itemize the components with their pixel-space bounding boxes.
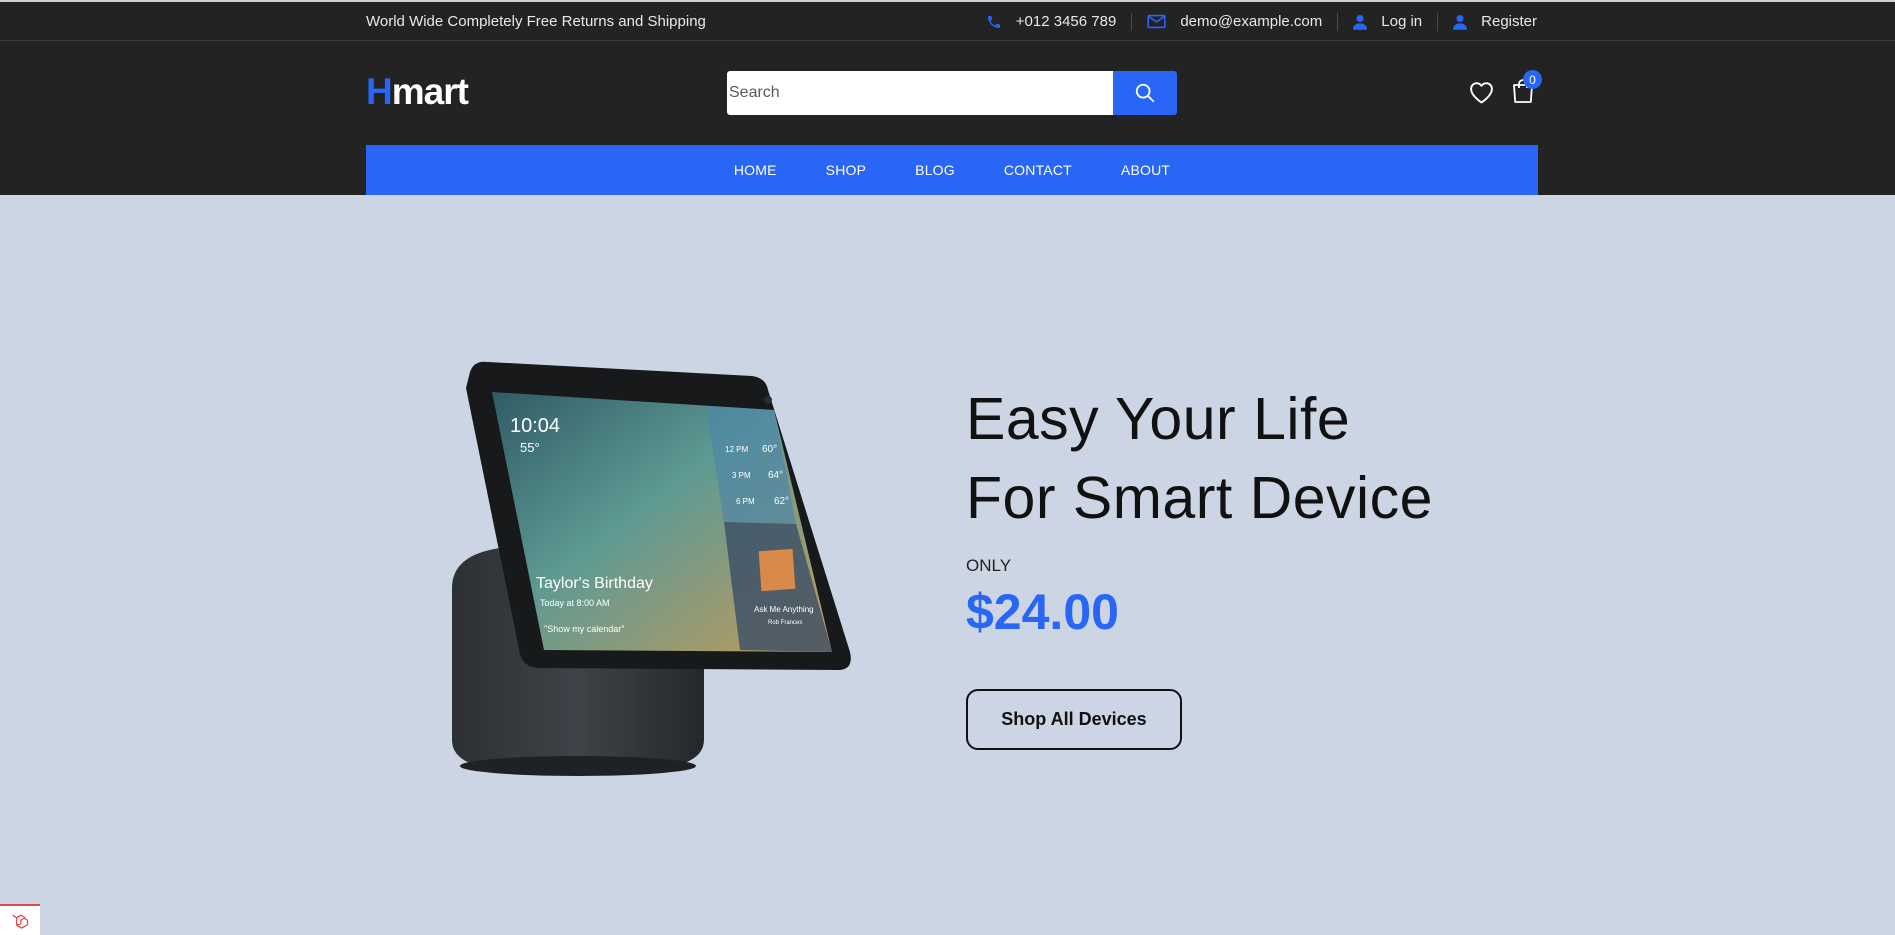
hero-heading-line1: Easy Your Life <box>966 386 1351 452</box>
register-label: Register <box>1481 13 1537 30</box>
forecast-time: 6 PM <box>736 497 755 506</box>
screen-event: Taylor's Birthday <box>536 575 653 592</box>
nav-contact[interactable]: CONTACT <box>979 162 1096 178</box>
laravel-logo-icon <box>12 914 29 929</box>
login-link[interactable]: Log in <box>1337 12 1437 31</box>
forecast-temp: 62° <box>774 496 789 507</box>
phone-link[interactable]: +012 3456 789 <box>971 13 1132 31</box>
screen-prompt: "Show my calendar" <box>544 624 624 634</box>
screen-ask-sub: Rob Frances <box>768 620 802 626</box>
site-header: Hmart 0 HOME SHOP BLOG CONTACT ABOUT <box>0 41 1895 195</box>
screen-time: 10:04 <box>510 415 560 437</box>
search-icon <box>1135 83 1155 103</box>
shop-all-devices-button[interactable]: Shop All Devices <box>966 689 1182 750</box>
forecast-temp: 60° <box>762 444 777 455</box>
envelope-icon <box>1147 14 1166 29</box>
top-contacts: +012 3456 789 demo@example.com Log in Re… <box>971 2 1537 41</box>
logo[interactable]: Hmart <box>366 71 469 112</box>
email-link[interactable]: demo@example.com <box>1131 12 1337 31</box>
cart-count-badge: 0 <box>1523 70 1542 89</box>
nav-home[interactable]: HOME <box>709 162 801 178</box>
hero-heading-line2: For Smart Device <box>966 465 1433 531</box>
screen-temp: 55° <box>520 440 540 455</box>
nav-about[interactable]: ABOUT <box>1096 162 1194 178</box>
forecast-temp: 64° <box>768 470 783 481</box>
screen-ask: Ask Me Anything <box>754 605 814 614</box>
search-button[interactable] <box>1113 71 1177 115</box>
screen-event-time: Today at 8:00 AM <box>540 598 610 608</box>
wishlist-button[interactable] <box>1468 79 1494 105</box>
register-link[interactable]: Register <box>1437 12 1537 31</box>
user-icon <box>1353 14 1368 30</box>
framework-badge[interactable] <box>0 904 40 935</box>
hero-only-label: ONLY <box>966 556 1012 575</box>
nav-blog[interactable]: BLOG <box>891 162 980 178</box>
top-bar: World Wide Completely Free Returns and S… <box>0 0 1895 41</box>
smart-display-image: 10:04 55° 12 PM 60° 3 PM 64° 6 PM 62° Ta… <box>452 361 851 776</box>
user-icon <box>1453 14 1468 30</box>
forecast-time: 12 PM <box>725 445 748 454</box>
phone-number: +012 3456 789 <box>1015 13 1117 30</box>
heart-icon <box>1469 81 1493 103</box>
logo-text: mart <box>391 71 469 112</box>
logo-initial: H <box>366 71 393 112</box>
camera-dot <box>764 396 772 404</box>
search-input[interactable] <box>727 71 1113 115</box>
email-address: demo@example.com <box>1180 13 1323 30</box>
login-label: Log in <box>1381 13 1423 30</box>
hero-price: $24.00 <box>966 584 1119 640</box>
phone-icon <box>987 15 1000 28</box>
main-nav: HOME SHOP BLOG CONTACT ABOUT <box>366 145 1538 195</box>
search-bar <box>727 71 1177 115</box>
hero-heading: Easy Your Life For Smart Device <box>966 380 1433 538</box>
forecast-time: 3 PM <box>732 471 751 480</box>
nav-shop[interactable]: SHOP <box>801 162 890 178</box>
promo-text: World Wide Completely Free Returns and S… <box>366 13 706 30</box>
